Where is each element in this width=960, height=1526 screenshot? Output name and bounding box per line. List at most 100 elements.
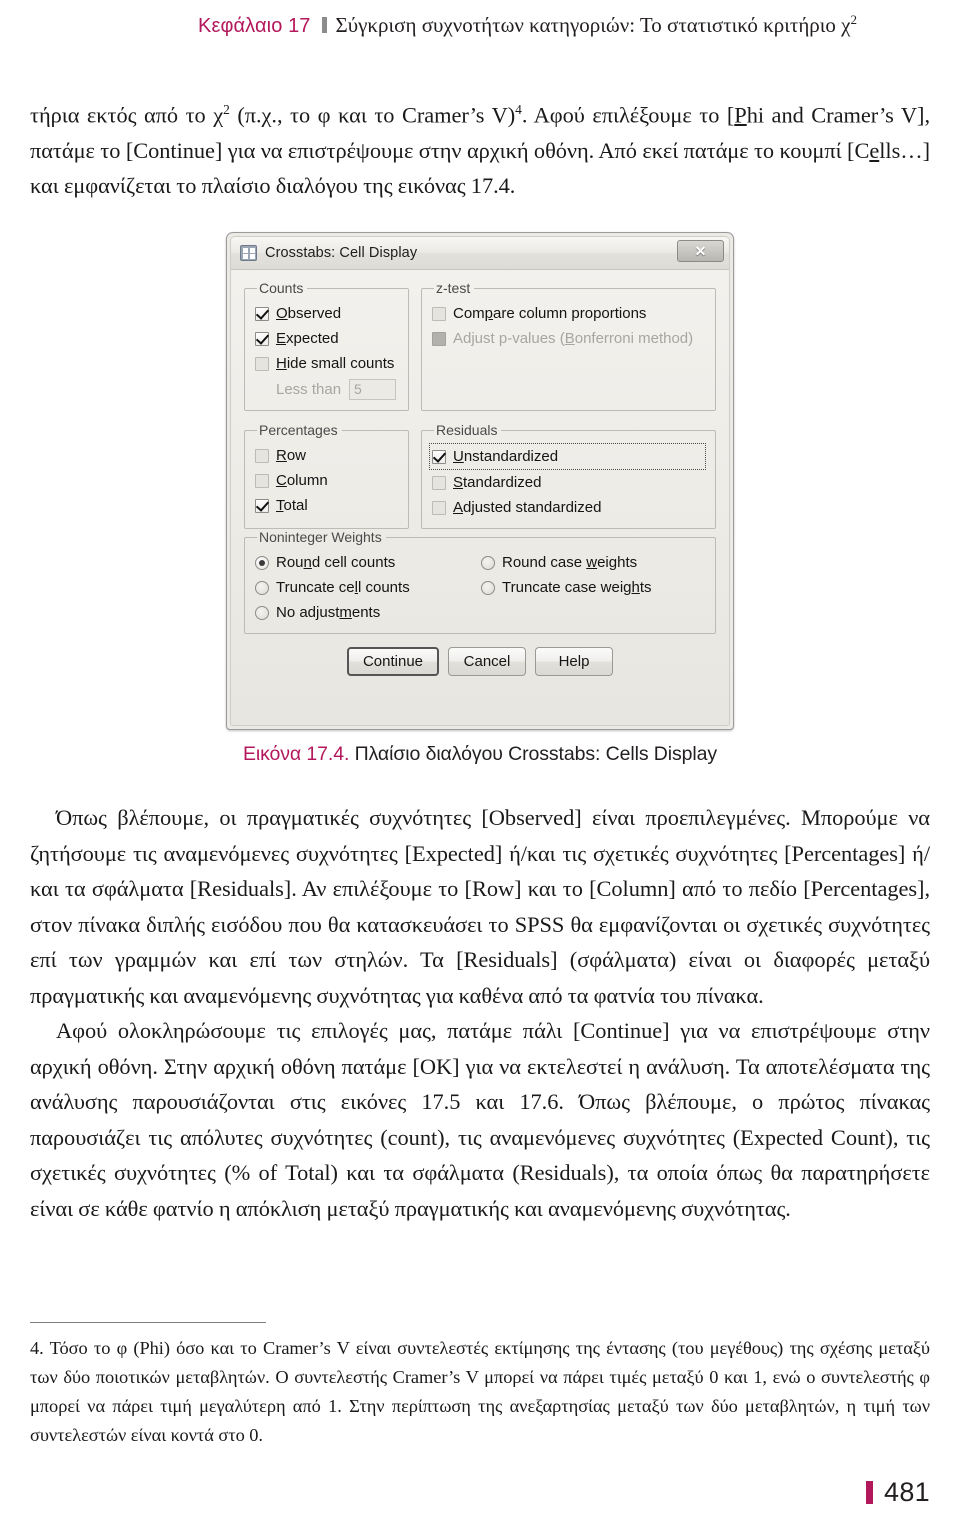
checkbox-hide-small-counts[interactable]: Hide small counts: [255, 351, 400, 376]
checkbox-total[interactable]: Total: [255, 493, 400, 518]
checkbox-adjust-p-values-box: [432, 331, 446, 346]
dialog-row-percentages-residuals: Percentages Row Column Total Residuals U…: [244, 422, 716, 529]
footnote-marker-4: 4: [515, 102, 522, 117]
folio: 481: [866, 1477, 930, 1508]
group-noninteger-weights: Noninteger Weights Round cell counts Tru…: [244, 529, 716, 634]
running-head-title-superscript: 2: [850, 12, 858, 27]
running-head: Κεφάλαιο 17 Σύγκριση συχνοτήτων κατηγορι…: [0, 0, 960, 38]
less-than-label: Less than: [276, 380, 342, 398]
checkbox-standardized[interactable]: Standardized: [432, 470, 707, 495]
checkbox-standardized-box[interactable]: [432, 475, 446, 490]
checkbox-column[interactable]: Column: [255, 468, 400, 493]
help-button[interactable]: Help: [535, 647, 614, 676]
paragraph-intro-seg1: τήρια εκτός από το χ: [30, 102, 224, 128]
paragraph-intro-seg3: . Αφού επιλέξουμε το [: [521, 102, 735, 128]
paragraph-intro-mnemonic-e: e: [869, 137, 880, 163]
radio-round-case-weights-label: Round case weights: [502, 554, 638, 571]
checkbox-row-label: Row: [276, 447, 307, 464]
checkbox-compare-column-proportions[interactable]: Compare column proportions: [432, 301, 707, 326]
checkbox-observed-box[interactable]: [255, 306, 269, 321]
checkbox-compare-column-proportions-box[interactable]: [432, 306, 446, 321]
radio-no-adjustments[interactable]: No adjustments: [255, 600, 481, 625]
close-icon[interactable]: ✕: [677, 240, 724, 262]
crosstabs-cell-display-dialog: Crosstabs: Cell Display ✕ Counts Observe…: [226, 232, 734, 730]
figure-caption: Εικόνα 17.4. Πλαίσιο διαλόγου Crosstabs:…: [243, 743, 717, 766]
body-top: τήρια εκτός από το χ2 (π.χ., το φ και το…: [0, 92, 960, 204]
checkbox-column-box[interactable]: [255, 473, 269, 488]
radio-truncate-case-weights-dot[interactable]: [481, 580, 495, 595]
checkbox-unstandardized-box[interactable]: [432, 449, 446, 464]
checkbox-unstandardized[interactable]: Unstandardized: [432, 445, 701, 468]
radio-round-cell-counts-dot[interactable]: [255, 555, 269, 570]
checkbox-adjust-p-values: Adjust p-values (Bonferroni method): [432, 326, 707, 351]
less-than-row: Less than 5: [255, 376, 400, 402]
folio-accent-bar: [866, 1481, 874, 1504]
paragraph-intro-mnemonic-p: P: [734, 102, 747, 128]
radio-truncate-cell-counts-dot[interactable]: [255, 580, 269, 595]
radio-round-cell-counts-label: Round cell counts: [276, 554, 396, 571]
group-noninteger-weights-legend: Noninteger Weights: [259, 529, 382, 545]
running-head-divider-bar: [321, 17, 327, 33]
figure-caption-number: Εικόνα 17.4.: [242, 743, 350, 765]
group-counts-legend: Counts: [259, 280, 304, 296]
radio-no-adjustments-dot[interactable]: [255, 605, 269, 620]
figure-17-4: Crosstabs: Cell Display ✕ Counts Observe…: [0, 232, 960, 766]
radio-truncate-cell-counts[interactable]: Truncate cell counts: [255, 575, 481, 600]
radio-truncate-cell-counts-label: Truncate cell counts: [276, 579, 410, 596]
footnote-area: 4. Τόσο το φ (Phi) όσο και το Cramer’s V…: [0, 1322, 960, 1450]
checkbox-adjusted-standardized-label: Adjusted standardized: [453, 499, 602, 516]
checkbox-hide-small-counts-box[interactable]: [255, 356, 269, 371]
group-residuals-legend: Residuals: [436, 422, 498, 438]
radio-no-adjustments-label: No adjustments: [276, 604, 381, 621]
footnote-rule: [30, 1322, 266, 1323]
checkbox-unstandardized-label: Unstandardized: [453, 448, 559, 465]
paragraph-continue-ok: Αφού ολοκληρώσουμε τις επιλογές μας, πατ…: [30, 1018, 930, 1221]
cancel-button[interactable]: Cancel: [448, 647, 527, 676]
checkbox-adjusted-standardized[interactable]: Adjusted standardized: [432, 495, 707, 520]
footnote-4: 4. Τόσο το φ (Phi) όσο και το Cramer’s V…: [30, 1338, 930, 1445]
checkbox-observed-label: Observed: [276, 305, 342, 322]
checkbox-total-label: Total: [276, 497, 308, 514]
dialog-title-bar[interactable]: Crosstabs: Cell Display ✕: [231, 237, 729, 270]
radio-round-case-weights[interactable]: Round case weights: [481, 550, 707, 575]
checkbox-hide-small-counts-label: Hide small counts: [276, 355, 395, 372]
checkbox-row[interactable]: Row: [255, 443, 400, 468]
running-head-title-text: Σύγκριση συχνοτήτων κατηγοριών: Το στατι…: [335, 13, 851, 37]
paragraph-intro: τήρια εκτός από το χ2 (π.χ., το φ και το…: [30, 92, 930, 204]
group-percentages: Percentages Row Column Total: [244, 422, 409, 529]
focus-outline: Unstandardized: [429, 443, 706, 470]
checkbox-adjust-p-values-label: Adjust p-values (Bonferroni method): [453, 330, 694, 347]
less-than-input[interactable]: 5: [349, 378, 397, 400]
noninteger-weights-grid: Round cell counts Truncate cell counts N…: [255, 550, 707, 625]
dialog-row-counts-ztest: Counts Observed Expected Hide small coun…: [244, 280, 716, 411]
group-residuals: Residuals Unstandardized Standardized Ad…: [421, 422, 716, 529]
paragraph-observed-expected: Όπως βλέπουμε, οι πραγματικές συχνότητες…: [30, 805, 930, 1008]
paragraph-intro-seg2: (π.χ., το φ και το Cramer’s V): [229, 102, 516, 128]
radio-truncate-case-weights-label: Truncate case weights: [502, 579, 652, 596]
checkbox-adjusted-standardized-box[interactable]: [432, 500, 446, 515]
noninteger-weights-col-left: Round cell counts Truncate cell counts N…: [255, 550, 481, 625]
group-counts: Counts Observed Expected Hide small coun…: [244, 280, 409, 411]
checkbox-compare-column-proportions-label: Compare column proportions: [453, 305, 647, 322]
dialog-inner-frame: Crosstabs: Cell Display ✕ Counts Observe…: [230, 236, 730, 726]
group-ztest: z-test Compare column proportions Adjust…: [421, 280, 716, 411]
checkbox-observed[interactable]: Observed: [255, 301, 400, 326]
radio-round-cell-counts[interactable]: Round cell counts: [255, 550, 481, 575]
page-number: 481: [884, 1477, 930, 1507]
checkbox-row-box[interactable]: [255, 448, 269, 463]
dialog-title: Crosstabs: Cell Display: [265, 245, 418, 261]
radio-round-case-weights-dot[interactable]: [481, 555, 495, 570]
running-head-title: Σύγκριση συχνοτήτων κατηγοριών: Το στατι…: [336, 12, 858, 38]
body-lower: Όπως βλέπουμε, οι πραγματικές συχνότητες…: [0, 800, 960, 1226]
noninteger-weights-col-right: Round case weights Truncate case weights: [481, 550, 707, 625]
radio-truncate-case-weights[interactable]: Truncate case weights: [481, 575, 707, 600]
dialog-button-row: Continue Cancel Help: [244, 647, 716, 676]
continue-button[interactable]: Continue: [346, 647, 440, 676]
checkbox-expected-label: Expected: [276, 330, 339, 347]
checkbox-standardized-label: Standardized: [453, 474, 542, 491]
group-percentages-legend: Percentages: [259, 422, 338, 438]
checkbox-total-box[interactable]: [255, 498, 269, 513]
running-head-chapter: Κεφάλαιο 17: [198, 15, 311, 37]
checkbox-expected-box[interactable]: [255, 331, 269, 346]
checkbox-expected[interactable]: Expected: [255, 326, 400, 351]
